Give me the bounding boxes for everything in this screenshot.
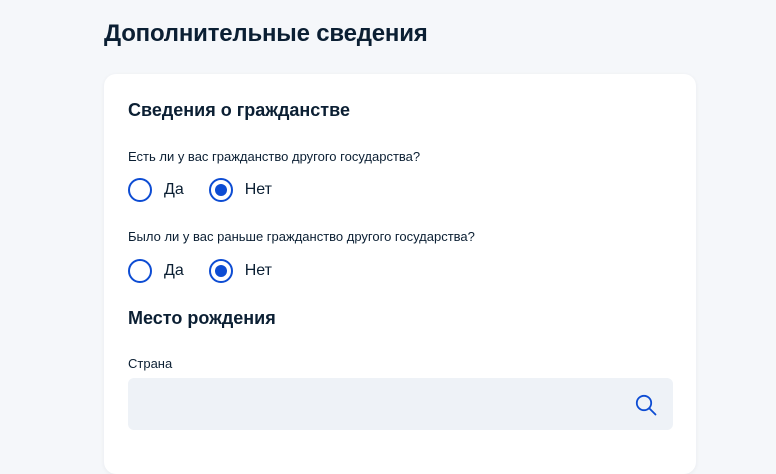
birthplace-section-title: Место рождения <box>128 308 276 328</box>
citizenship-section-title: Сведения о гражданстве <box>128 100 350 120</box>
citizenship-form-card: Сведения о гражданстве Есть ли у вас гра… <box>104 74 696 474</box>
country-search-input[interactable] <box>128 378 618 430</box>
former-citizenship-question: Было ли у вас раньше гражданство другого… <box>128 229 475 244</box>
page-title: Дополнительные сведения <box>104 20 428 47</box>
radio-label[interactable]: Нет <box>245 261 272 281</box>
radio-label[interactable]: Да <box>164 261 184 281</box>
radio-unchecked-icon[interactable] <box>128 259 152 283</box>
radio-checked-icon[interactable] <box>208 259 233 283</box>
other-citizenship-no-radio[interactable]: Нет <box>208 178 272 202</box>
radio-checked-icon[interactable] <box>208 178 233 202</box>
radio-label[interactable]: Нет <box>245 180 272 200</box>
country-search-field[interactable] <box>128 378 673 430</box>
other-citizenship-question: Есть ли у вас гражданство другого госуда… <box>128 149 421 164</box>
former-citizenship-radio-group: Да Нет <box>128 257 272 285</box>
former-citizenship-no-radio[interactable]: Нет <box>208 259 272 283</box>
search-icon[interactable] <box>634 393 658 417</box>
other-citizenship-radio-group: Да Нет <box>128 176 272 204</box>
former-citizenship-yes-radio[interactable]: Да <box>128 259 184 283</box>
radio-unchecked-icon[interactable] <box>128 178 152 202</box>
other-citizenship-yes-radio[interactable]: Да <box>128 178 184 202</box>
country-field-label: Страна <box>128 356 173 371</box>
radio-label[interactable]: Да <box>164 180 184 200</box>
